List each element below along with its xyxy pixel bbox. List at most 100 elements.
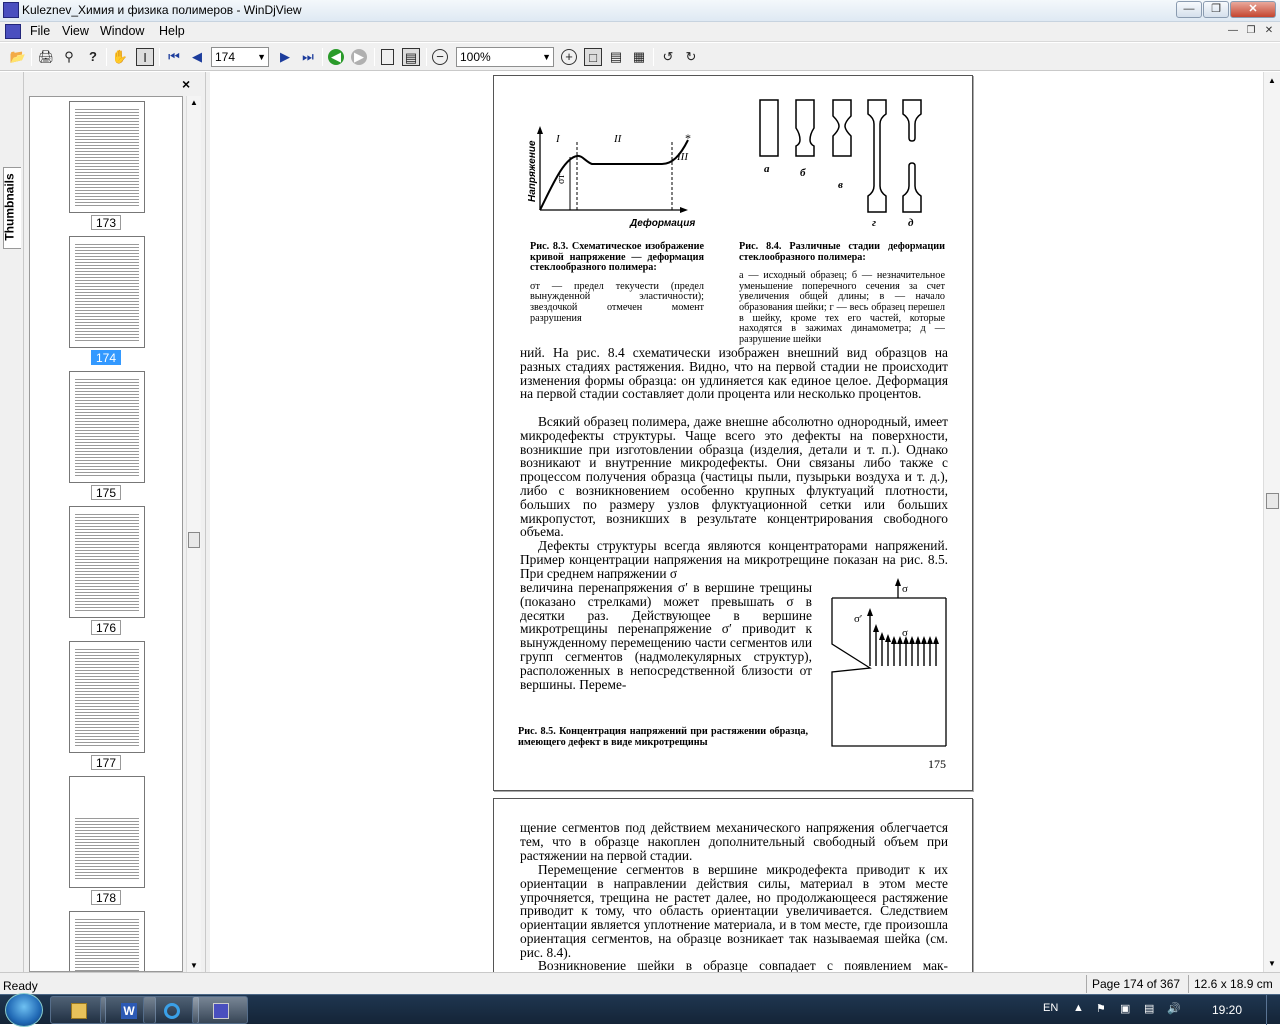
first-page-icon[interactable]: ⏮ — [165, 48, 183, 66]
doc-close-icon[interactable]: ✕ — [1262, 25, 1276, 39]
thumbnail-label[interactable]: 175 — [91, 485, 121, 500]
clock[interactable]: 19:20 — [1212, 1003, 1242, 1017]
go-forward-icon[interactable]: ▶ — [351, 49, 367, 65]
action-center-icon[interactable]: ⚑ — [1096, 1002, 1106, 1015]
maximize-button[interactable]: ❐ — [1203, 1, 1229, 18]
figure-8-3: * I II III σт Напряжение Деформация — [527, 126, 695, 229]
scroll-down-icon[interactable]: ▼ — [190, 961, 198, 970]
paragraph: Дефекты структуры всегда являются концен… — [520, 538, 948, 581]
thumbnail-page[interactable] — [69, 911, 145, 971]
toolbar: 📂 🖨 ⚲ ? ✋ I ⏮ ◀ 174 ▼ ▶ ⏭ ◀ ▶ ▤ − 100% ▼ +… — [0, 43, 1280, 71]
thumbnail-label[interactable]: 178 — [91, 890, 121, 905]
thumbnail-page[interactable] — [69, 641, 145, 753]
caption-title: Рис. 8.3. Схематическое изображение крив… — [530, 241, 704, 274]
scroll-down-icon[interactable]: ▼ — [1268, 959, 1276, 968]
show-hidden-icons-icon[interactable]: ▲ — [1073, 1002, 1084, 1014]
status-text: Ready — [3, 979, 38, 993]
thumbnail-page[interactable] — [69, 776, 145, 888]
taskbar-explorer[interactable] — [50, 996, 106, 1024]
start-button[interactable] — [5, 993, 43, 1027]
sigma-label: σ — [902, 627, 908, 639]
paragraph: Возникновение шейки в образце совпадает … — [538, 958, 948, 973]
document-icon[interactable] — [5, 24, 21, 39]
thumbnail-page[interactable] — [69, 506, 145, 618]
close-icon[interactable]: × — [182, 76, 190, 92]
tray-app-icon[interactable]: ▣ — [1120, 1002, 1130, 1015]
thumbnail-page[interactable] — [69, 101, 145, 213]
caption-body: σт — предел текучести (предел вынужденно… — [530, 280, 704, 324]
thumbnail-page[interactable] — [69, 236, 145, 348]
menu-view[interactable]: View — [59, 24, 92, 38]
open-icon[interactable]: 📂 — [9, 48, 27, 66]
doc-minimize-icon[interactable]: — — [1226, 25, 1240, 39]
windjview-app-icon[interactable] — [3, 2, 19, 18]
thumbnail-label[interactable]: 176 — [91, 620, 121, 635]
page-info: Page 174 of 367 — [1086, 975, 1182, 993]
page-number-combo[interactable]: 174 ▼ — [211, 47, 269, 67]
caption-8-5: Рис. 8.5. Концентрация напряжений при ра… — [518, 726, 808, 748]
actual-size-icon[interactable]: □ — [584, 48, 602, 66]
document-scrollbar[interactable]: ▲ ▼ — [1263, 72, 1280, 972]
menu-bar: File View Window Help — ❐ ✕ — [0, 22, 1280, 42]
figure-label: д — [908, 217, 914, 228]
rotate-right-icon[interactable]: ↻ — [682, 48, 700, 66]
thumbnail-label[interactable]: 177 — [91, 755, 121, 770]
fit-page-icon[interactable]: ▦ — [630, 48, 648, 66]
rotate-left-icon[interactable]: ↺ — [659, 48, 677, 66]
select-tool-icon[interactable]: I — [136, 48, 154, 66]
chevron-down-icon[interactable]: ▼ — [257, 48, 266, 66]
paragraph: ний. На рис. 8.4 схематически изображен … — [520, 345, 948, 402]
caption-title: Рис. 8.4. Различные стадии деформации ст… — [739, 241, 945, 263]
window-title: Kuleznev_Химия и физика полимеров - WinD… — [22, 3, 302, 17]
find-icon[interactable]: ⚲ — [60, 48, 78, 66]
volume-icon[interactable]: 🔊 — [1167, 1002, 1181, 1015]
previous-page-icon[interactable]: ◀ — [188, 48, 206, 66]
continuous-page-icon[interactable]: ▤ — [402, 48, 420, 66]
paragraph: величина перенапряжения σ′ в вершине тре… — [520, 580, 812, 692]
close-button[interactable]: ✕ — [1230, 1, 1276, 18]
menu-help[interactable]: Help — [156, 24, 188, 38]
figure-label: б — [800, 167, 806, 179]
thumbnail-label[interactable]: 173 — [91, 215, 121, 230]
internet-explorer-icon — [164, 1003, 180, 1019]
single-page-icon[interactable] — [381, 49, 394, 65]
last-page-icon[interactable]: ⏭ — [299, 48, 317, 66]
page-number: 175 — [928, 757, 946, 771]
scroll-up-icon[interactable]: ▲ — [1268, 76, 1276, 85]
menu-file[interactable]: File — [27, 24, 53, 38]
caption-body: а — исходный образец; б — незначительное… — [739, 270, 945, 345]
tab-thumbnails-label: Thumbnails — [2, 173, 17, 241]
show-desktop-button[interactable] — [1266, 995, 1280, 1025]
figure-label: г — [872, 217, 876, 228]
thumbnail-scrollbar[interactable]: ▲ ▼ — [186, 96, 201, 972]
caption-8-3: Рис. 8.3. Схематическое изображение крив… — [530, 241, 704, 324]
document-page: щение сегментов под действием механическ… — [493, 798, 973, 998]
windjview-icon — [213, 1003, 229, 1019]
doc-restore-icon[interactable]: ❐ — [1244, 25, 1258, 39]
tab-thumbnails[interactable]: Thumbnails — [3, 167, 21, 249]
help-icon[interactable]: ? — [84, 48, 102, 66]
thumbnail-page[interactable] — [69, 371, 145, 483]
svg-text:*: * — [685, 131, 691, 145]
zoom-out-icon[interactable]: − — [432, 49, 448, 65]
go-back-icon[interactable]: ◀ — [328, 49, 344, 65]
fit-width-icon[interactable]: ▤ — [607, 48, 625, 66]
minimize-button[interactable]: — — [1176, 1, 1202, 18]
scroll-thumb[interactable] — [1266, 493, 1279, 509]
zoom-combo[interactable]: 100% ▼ — [456, 47, 554, 67]
chevron-down-icon[interactable]: ▼ — [542, 48, 551, 66]
language-indicator[interactable]: EN — [1043, 1002, 1058, 1014]
menu-window[interactable]: Window — [97, 24, 147, 38]
hand-tool-icon[interactable]: ✋ — [111, 48, 129, 66]
scroll-up-icon[interactable]: ▲ — [190, 98, 198, 107]
sigma-prime-label: σ′ — [854, 613, 862, 625]
taskbar-ie[interactable] — [143, 996, 199, 1024]
next-page-icon[interactable]: ▶ — [276, 48, 294, 66]
print-icon[interactable]: 🖨 — [37, 48, 55, 66]
network-icon[interactable]: ▤ — [1144, 1002, 1154, 1015]
scroll-thumb[interactable] — [188, 532, 200, 548]
taskbar-windjview[interactable] — [192, 996, 248, 1024]
figure-8-4: а б в г д — [759, 99, 922, 228]
zoom-in-icon[interactable]: + — [561, 49, 577, 65]
thumbnail-label-selected[interactable]: 174 — [91, 350, 121, 365]
